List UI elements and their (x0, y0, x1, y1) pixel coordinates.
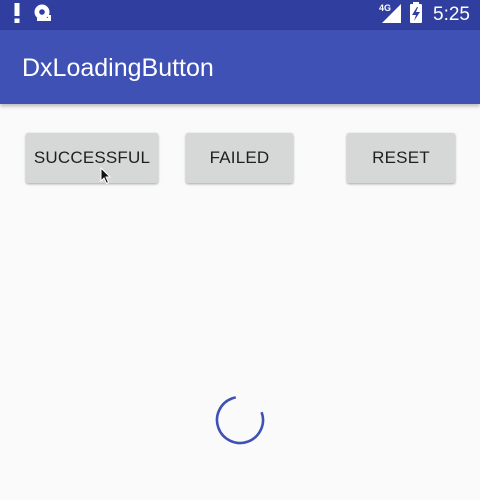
network-type-label: 4G (379, 3, 391, 13)
failed-button[interactable]: FAILED (186, 133, 293, 183)
status-right: 4G 5:25 (379, 1, 470, 29)
loading-spinner-icon (213, 393, 267, 452)
mouse-cursor-icon (100, 166, 112, 190)
successful-button[interactable]: SUCCESSFUL (26, 133, 158, 183)
status-clock: 5:25 (433, 4, 470, 25)
status-bar: 4G 5:25 (0, 0, 480, 30)
battery-charging-icon (409, 1, 423, 29)
alert-icon (14, 2, 20, 28)
status-left (14, 2, 54, 28)
sync-icon (32, 3, 54, 28)
app-bar: DxLoadingButton (0, 30, 480, 104)
reset-button[interactable]: RESET (347, 133, 455, 183)
signal-icon: 4G (379, 2, 403, 29)
app-title: DxLoadingButton (22, 54, 214, 82)
